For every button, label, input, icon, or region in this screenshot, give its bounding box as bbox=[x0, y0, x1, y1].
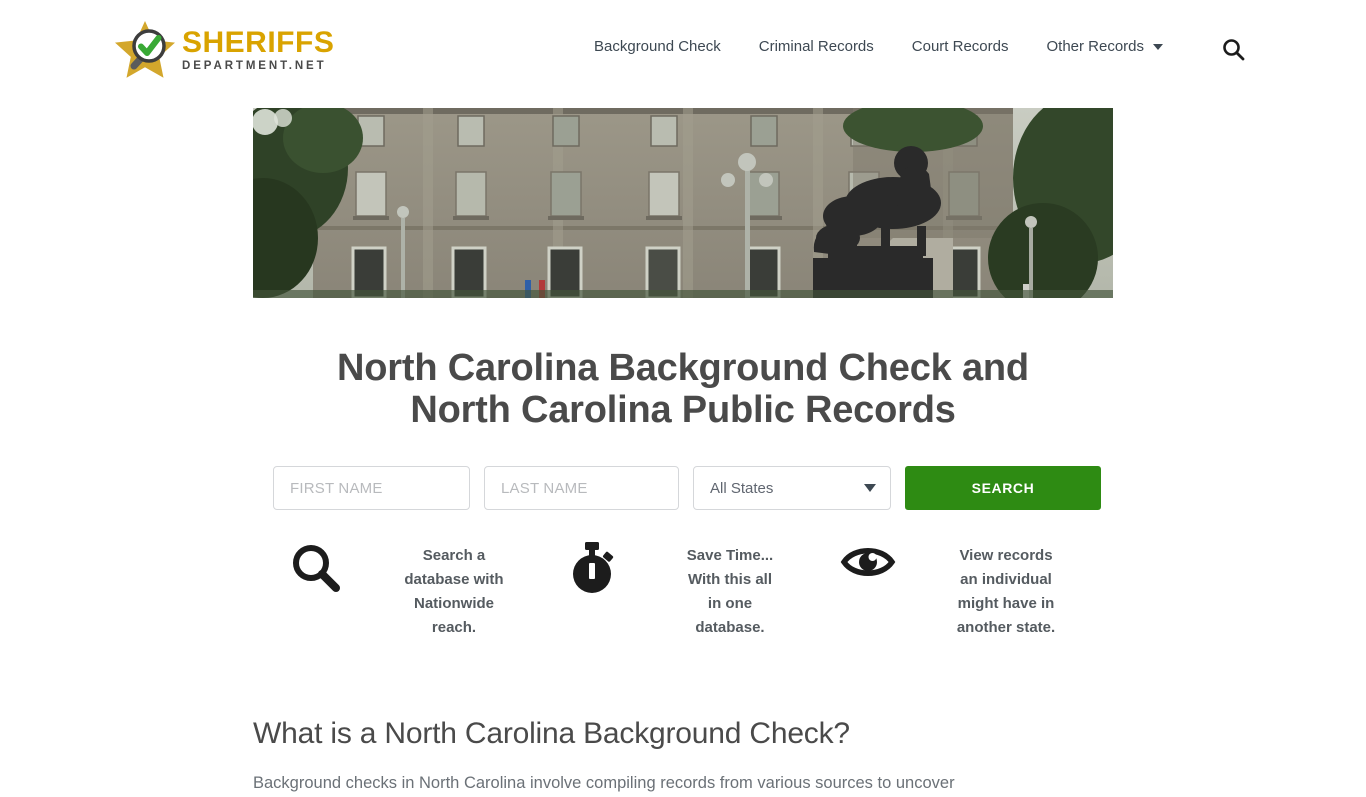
logo-subtitle: DEPARTMENT.NET bbox=[182, 59, 327, 72]
hero-image bbox=[253, 108, 1113, 298]
chevron-down-icon bbox=[1153, 43, 1164, 50]
state-select[interactable]: All States bbox=[693, 466, 891, 510]
state-select-value: All States bbox=[710, 479, 774, 497]
feature-text: Save Time... With this all in one databa… bbox=[623, 538, 837, 640]
search-icon[interactable] bbox=[1222, 38, 1245, 66]
feature-line-3: Nationwide bbox=[413, 595, 494, 612]
last-name-field[interactable]: LAST NAME bbox=[484, 466, 679, 510]
feature-item-search-database: Search a database with Nationwide reach. bbox=[285, 538, 561, 640]
nav-label: Other Records bbox=[1046, 38, 1145, 55]
eye-icon bbox=[837, 538, 899, 596]
feature-line-4: another state. bbox=[956, 619, 1056, 636]
first-name-field[interactable]: FIRST NAME bbox=[273, 466, 470, 510]
feature-text: Search a database with Nationwide reach. bbox=[347, 538, 561, 640]
sheriff-star-magnifier-check-icon bbox=[112, 19, 178, 81]
feature-line-1: View records bbox=[959, 547, 1053, 564]
feature-item-view-records: View records an individual might have in… bbox=[837, 538, 1113, 640]
feature-line-4: database. bbox=[695, 619, 765, 636]
feature-line-4: reach. bbox=[431, 619, 477, 636]
nav-label: Background Check bbox=[594, 38, 721, 55]
nav-item-other-records[interactable]: Other Records bbox=[1046, 38, 1164, 55]
site-header: SHERIFFS DEPARTMENT.NET Background Check… bbox=[0, 0, 1366, 100]
feature-list: Search a database with Nationwide reach.… bbox=[285, 538, 1115, 640]
section-paragraph: Background checks in North Carolina invo… bbox=[253, 773, 955, 792]
page-title: North Carolina Background Check and Nort… bbox=[253, 347, 1113, 431]
feature-line-3: might have in bbox=[957, 595, 1055, 612]
feature-line-3: in one bbox=[707, 595, 753, 612]
feature-line-2: database with bbox=[404, 571, 504, 588]
feature-line-2: an individual bbox=[960, 571, 1052, 588]
record-search-form: FIRST NAME LAST NAME All States SEARCH bbox=[273, 466, 1101, 510]
site-logo[interactable]: SHERIFFS DEPARTMENT.NET bbox=[112, 18, 334, 82]
nav-item-criminal-records[interactable]: Criminal Records bbox=[759, 38, 874, 55]
nav-label: Court Records bbox=[911, 38, 1009, 55]
feature-line-1: Save Time... bbox=[686, 547, 774, 564]
nav-label: Criminal Records bbox=[758, 38, 874, 55]
magnifier-icon bbox=[285, 538, 347, 596]
nav-item-court-records[interactable]: Court Records bbox=[912, 38, 1009, 55]
page-title-line2: North Carolina Public Records bbox=[410, 389, 956, 432]
last-name-placeholder: LAST NAME bbox=[501, 479, 588, 497]
search-button[interactable]: SEARCH bbox=[905, 466, 1101, 510]
logo-wordmark: SHERIFFS DEPARTMENT.NET bbox=[182, 25, 335, 73]
page-title-line1: North Carolina Background Check and bbox=[337, 347, 1029, 390]
logo-title: SHERIFFS bbox=[182, 25, 335, 59]
section-heading: What is a North Carolina Background Chec… bbox=[253, 716, 850, 750]
stopwatch-icon bbox=[561, 538, 623, 596]
feature-item-save-time: Save Time... With this all in one databa… bbox=[561, 538, 837, 640]
nav-item-background-check[interactable]: Background Check bbox=[594, 38, 721, 55]
feature-line-2: With this all bbox=[687, 571, 773, 588]
feature-text: View records an individual might have in… bbox=[899, 538, 1113, 640]
first-name-placeholder: FIRST NAME bbox=[290, 479, 383, 497]
chevron-down-icon bbox=[864, 484, 876, 492]
main-navigation: Background Check Criminal Records Court … bbox=[594, 38, 1164, 55]
feature-line-1: Search a bbox=[422, 547, 486, 564]
